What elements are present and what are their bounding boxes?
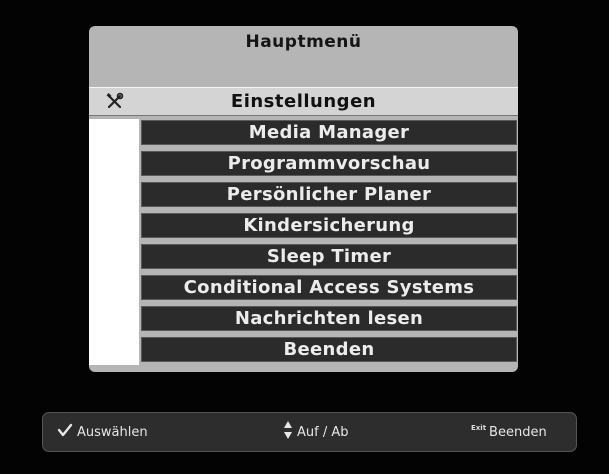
footer-help-bar: Auswählen Auf / Ab Exit Beenden — [42, 412, 577, 452]
menu-item-programmvorschau[interactable]: Programmvorschau — [141, 151, 517, 176]
menu-item-beenden[interactable]: Beenden — [141, 337, 517, 362]
menu-item-conditional-access-systems[interactable]: Conditional Access Systems — [141, 275, 517, 300]
menu-item-kindersicherung[interactable]: Kindersicherung — [141, 213, 517, 238]
main-menu-panel: Hauptmenü Einstellungen Media Manager Pr… — [89, 26, 518, 372]
exit-key-icon: Exit — [471, 424, 487, 432]
checkmark-icon — [57, 423, 73, 441]
footer-exit-label: Beenden — [489, 424, 547, 440]
menu-item-einstellungen[interactable]: Einstellungen — [89, 87, 518, 116]
menu-left-strip — [89, 119, 139, 365]
footer-select-label: Auswählen — [77, 424, 148, 440]
footer-nav-label: Auf / Ab — [297, 424, 349, 440]
tools-icon — [105, 91, 125, 111]
menu-title: Hauptmenü — [245, 32, 362, 52]
footer-exit-hint: Exit Beenden — [471, 413, 547, 451]
menu-item-media-manager[interactable]: Media Manager — [141, 120, 517, 145]
footer-nav-hint: Auf / Ab — [283, 413, 349, 451]
menu-item-label: Einstellungen — [230, 91, 377, 112]
up-down-arrows-icon — [283, 420, 293, 444]
menu-item-sleep-timer[interactable]: Sleep Timer — [141, 244, 517, 269]
menu-item-persoenlicher-planer[interactable]: Persönlicher Planer — [141, 182, 517, 207]
menu-item-nachrichten-lesen[interactable]: Nachrichten lesen — [141, 306, 517, 331]
footer-select-hint: Auswählen — [57, 413, 148, 451]
